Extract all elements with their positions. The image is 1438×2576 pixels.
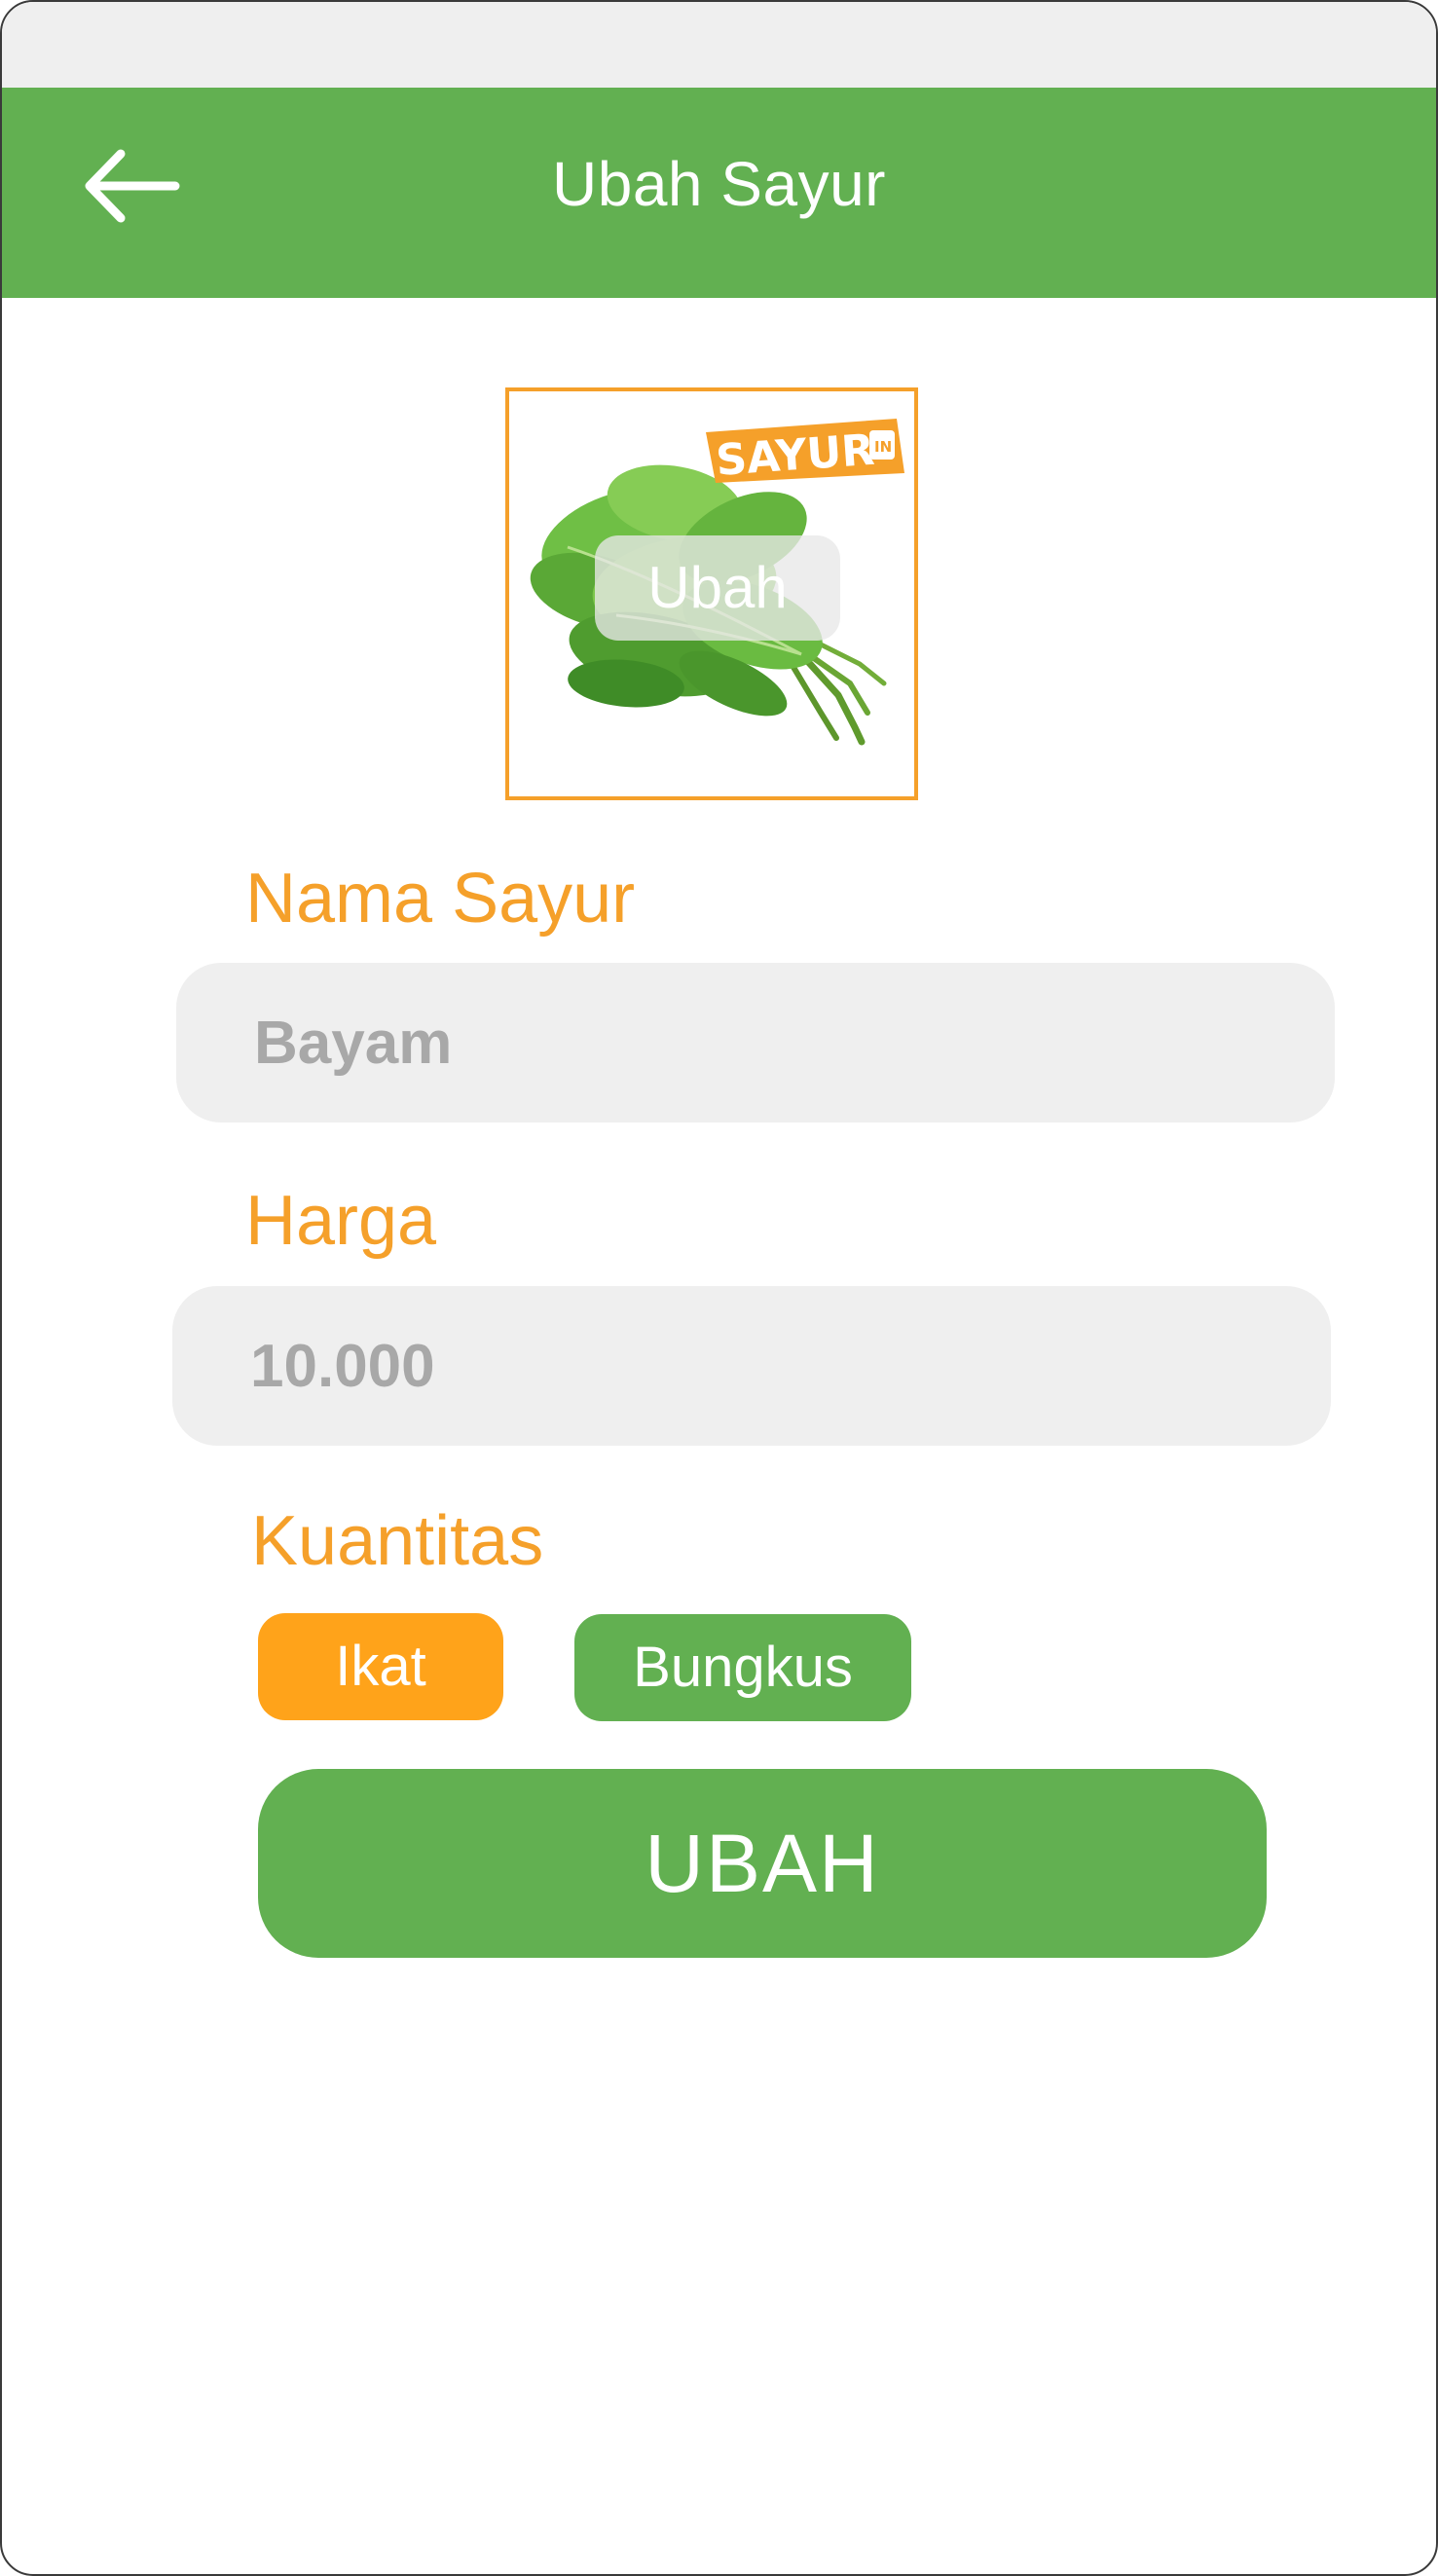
svg-text:IN: IN (874, 438, 892, 456)
quantity-label: Kuantitas (251, 1502, 544, 1580)
svg-text:SAYUR: SAYUR (715, 425, 876, 486)
quantity-option-bungkus[interactable]: Bungkus (574, 1614, 911, 1721)
name-label: Nama Sayur (245, 860, 636, 938)
app-bar: Ubah Sayur (2, 88, 1436, 298)
sayurin-logo: SAYUR IN (706, 419, 904, 486)
price-label: Harga (245, 1182, 437, 1260)
save-button[interactable]: UBAH (258, 1769, 1267, 1958)
quantity-option-ikat[interactable]: Ikat (258, 1613, 503, 1720)
phone-frame: Ubah Sayur SAYUR IN Ubah Nama Sayur Baya… (0, 0, 1438, 2576)
status-bar (2, 2, 1436, 88)
vegetable-name-input[interactable] (176, 963, 1335, 1122)
page-title: Ubah Sayur (552, 149, 886, 219)
vegetable-photo[interactable]: SAYUR IN Ubah (505, 387, 918, 800)
change-photo-button[interactable]: Ubah (595, 535, 840, 641)
price-input[interactable] (172, 1286, 1331, 1446)
